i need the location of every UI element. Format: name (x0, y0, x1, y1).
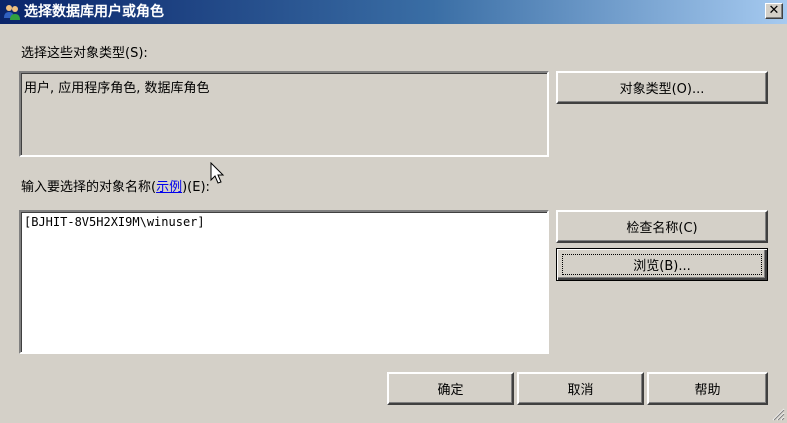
check-names-button-label: 检查名称(C) (626, 221, 698, 236)
object-names-label-prefix: 输入要选择的对象名称( (21, 180, 157, 195)
object-types-button-label: 对象类型(O)... (619, 82, 705, 97)
users-icon (4, 5, 20, 20)
check-names-button[interactable]: 检查名称(C) (556, 210, 768, 243)
close-button[interactable]: ✕ (765, 3, 783, 19)
help-button[interactable]: 帮助 (647, 372, 768, 405)
close-icon: ✕ (768, 3, 780, 18)
object-types-field: 用户, 应用程序角色, 数据库角色 (19, 71, 549, 157)
object-names-label-suffix: )(E): (182, 180, 210, 195)
mouse-pointer-icon (210, 162, 225, 184)
object-types-value: 用户, 应用程序角色, 数据库角色 (24, 81, 210, 96)
window-title: 选择数据库用户或角色 (24, 4, 164, 20)
object-types-button[interactable]: 对象类型(O)... (556, 71, 768, 104)
focus-rectangle (562, 254, 762, 275)
resize-grip-icon[interactable] (771, 407, 785, 421)
object-names-value: [BJHIT-8V5H2XI9M\winuser] (24, 215, 205, 229)
browse-button[interactable]: 浏览(B)... (556, 248, 768, 281)
ok-button-label: 确定 (437, 383, 464, 398)
ok-button[interactable]: 确定 (387, 372, 514, 405)
object-names-label: 输入要选择的对象名称(示例)(E): (21, 176, 210, 195)
examples-link[interactable]: 示例 (156, 180, 182, 195)
object-types-label: 选择这些对象类型(S): (21, 46, 148, 61)
object-names-input[interactable]: [BJHIT-8V5H2XI9M\winuser] (19, 210, 549, 354)
help-button-label: 帮助 (694, 383, 721, 398)
cancel-button[interactable]: 取消 (517, 372, 644, 405)
cancel-button-label: 取消 (567, 383, 594, 398)
title-bar[interactable]: 选择数据库用户或角色 ✕ (0, 0, 787, 24)
